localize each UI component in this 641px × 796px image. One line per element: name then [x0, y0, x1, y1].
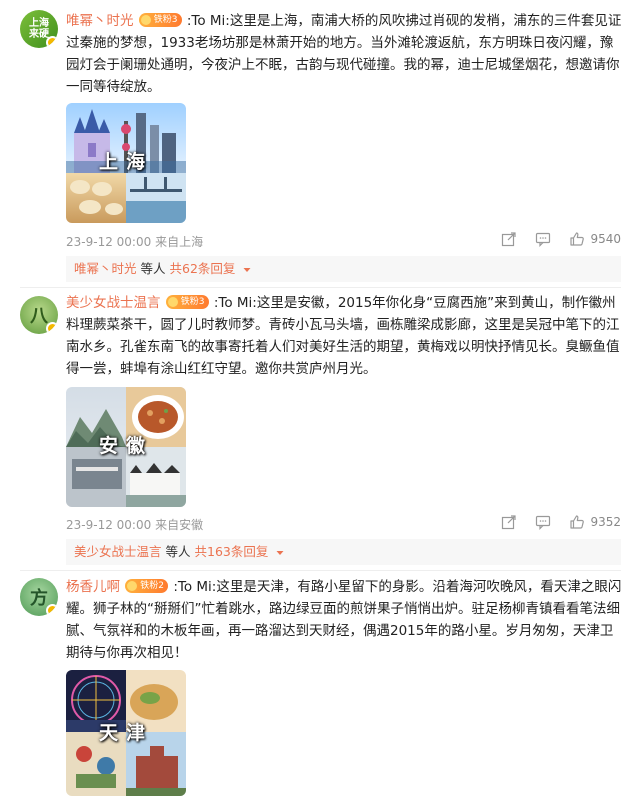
- comment-source: 来自安徽: [155, 518, 204, 532]
- like-icon: [570, 515, 585, 529]
- like-icon: [570, 232, 585, 246]
- comment-feed: 上海 来硬 唯幂丶时光 铁粉3 :To Mi:这里是上海，南浦大桥的风吹拂过肖砚…: [0, 0, 641, 796]
- username-link[interactable]: 美少女战士温言: [66, 295, 161, 311]
- share-button[interactable]: [501, 231, 517, 247]
- share-icon: [502, 232, 517, 247]
- comment-image[interactable]: 上海: [66, 103, 186, 223]
- reply-username[interactable]: 唯幂丶时光: [74, 261, 137, 276]
- username-link[interactable]: 唯幂丶时光: [66, 13, 134, 29]
- comment-text: 杨香儿啊 铁粉2 :To Mi:这里是天津，有路小星留下的身影。沿着海河吹晚风，…: [66, 576, 626, 664]
- comment-button[interactable]: [535, 231, 551, 247]
- reply-others-text: 等人: [165, 544, 191, 559]
- comment-button[interactable]: [535, 514, 551, 530]
- comment-date: 23-9-12 00:00: [66, 518, 152, 532]
- verified-badge-icon: [46, 604, 58, 616]
- image-city-label: 天津: [98, 722, 153, 744]
- comment-text: 唯幂丶时光 铁粉3 :To Mi:这里是上海，南浦大桥的风吹拂过肖砚的发梢，浦东…: [66, 10, 626, 98]
- comment-icon: [536, 232, 551, 247]
- reply-count-link[interactable]: 共62条回复: [170, 261, 236, 276]
- comment-actions: 9540: [483, 231, 621, 247]
- like-count: 9352: [590, 515, 621, 529]
- reply-others-text: 等人: [140, 261, 166, 276]
- username-link[interactable]: 杨香儿啊: [66, 579, 120, 595]
- fan-badge[interactable]: 铁粉2: [125, 579, 169, 593]
- divider: [20, 287, 621, 288]
- reply-count-link[interactable]: 共163条回复: [195, 544, 269, 559]
- reply-username[interactable]: 美少女战士温言: [74, 544, 162, 559]
- avatar[interactable]: 八: [20, 296, 58, 334]
- chevron-down-icon: [276, 550, 284, 555]
- comment-source: 来自上海: [155, 235, 204, 249]
- comment-meta: 23-9-12 00:00 来自安徽: [66, 516, 203, 533]
- image-city-label: 安徽: [98, 435, 153, 457]
- like-button[interactable]: 9540: [569, 231, 621, 247]
- comment-text: 美少女战士温言 铁粉3 :To Mi:这里是安徽，2015年你化身“豆腐西施”来…: [66, 292, 626, 380]
- fan-badge[interactable]: 铁粉3: [138, 13, 182, 27]
- verified-badge-icon: [46, 36, 58, 48]
- verified-badge-icon: [46, 322, 58, 334]
- comment-icon: [536, 515, 551, 530]
- share-icon: [502, 515, 517, 530]
- reply-summary[interactable]: 唯幂丶时光 等人 共62条回复: [66, 256, 621, 282]
- comment-image[interactable]: 天津: [66, 670, 186, 796]
- divider: [20, 570, 621, 571]
- like-count: 9540: [590, 232, 621, 246]
- avatar[interactable]: 上海 来硬: [20, 10, 58, 48]
- share-button[interactable]: [501, 514, 517, 530]
- comment-image[interactable]: 安徽: [66, 387, 186, 507]
- comment-meta: 23-9-12 00:00 来自上海: [66, 233, 203, 250]
- chevron-down-icon: [243, 267, 251, 272]
- like-button[interactable]: 9352: [569, 514, 621, 530]
- comment-date: 23-9-12 00:00: [66, 235, 152, 249]
- reply-summary[interactable]: 美少女战士温言 等人 共163条回复: [66, 539, 621, 565]
- image-city-label: 上海: [98, 151, 153, 173]
- avatar[interactable]: 方: [20, 578, 58, 616]
- fan-badge[interactable]: 铁粉3: [165, 295, 209, 309]
- comment-actions: 9352: [483, 514, 621, 530]
